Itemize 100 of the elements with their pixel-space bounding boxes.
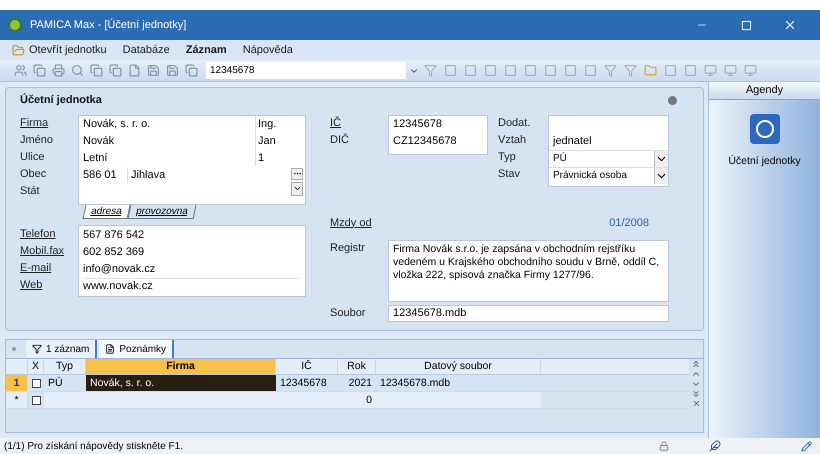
- toolbar-icon[interactable]: [183, 62, 199, 78]
- field-label[interactable]: Telefon: [20, 226, 78, 242]
- agenda-item[interactable]: Účetní jednotky: [728, 114, 801, 170]
- window-title: PAMICA Max - [Účetní jednotky]: [30, 18, 186, 33]
- table-cell-text: 12345678: [279, 376, 328, 391]
- toolbar-icon[interactable]: [482, 62, 499, 78]
- toolbar-icon[interactable]: [12, 62, 28, 78]
- table-cell: [44, 392, 86, 408]
- toolbar-icon[interactable]: [50, 62, 66, 78]
- last-record-icon: [691, 389, 701, 399]
- status-text: (1/1) Pro získání nápovědy stiskněte F1.: [4, 440, 183, 454]
- field-label[interactable]: Firma: [20, 114, 78, 132]
- toolbar-icon[interactable]: [682, 62, 699, 78]
- toolbar-icon[interactable]: [107, 62, 123, 78]
- field-label: Ulice: [20, 150, 46, 164]
- register-field[interactable]: Firma Novák s.r.o. je zapsána v obchodním rejstříku vedeném u Krajského obchodního soudu v Brně, oddíl C, vložka 222, spisová značka Firmy 1277/96.: [388, 240, 669, 302]
- address-tab[interactable]: adresa: [82, 204, 130, 218]
- form-title: Účetní jednotka: [20, 92, 102, 108]
- menu-item[interactable]: Databáze: [122, 42, 170, 58]
- field-label[interactable]: Mobil.fax: [20, 242, 78, 260]
- field-label[interactable]: E-mail: [20, 260, 78, 276]
- field-value[interactable]: info@novak.cz: [83, 260, 156, 278]
- field-label: Obec: [20, 166, 48, 182]
- field-label: Registr: [330, 240, 366, 256]
- field-value[interactable]: 1: [255, 150, 264, 166]
- help-icon[interactable]: [668, 96, 677, 105]
- field-label: DIČ: [330, 132, 350, 148]
- toolbar-icon[interactable]: [31, 62, 47, 78]
- toolbar-icon[interactable]: [442, 62, 459, 78]
- select-field[interactable]: PÚ: [549, 150, 668, 166]
- field-label: Dodat.: [498, 116, 532, 130]
- column-header[interactable]: X: [28, 359, 44, 374]
- toolbar-icon[interactable]: [88, 62, 104, 78]
- select-field[interactable]: Právnická osoba: [549, 166, 668, 184]
- table-cell: Novák, s. r. o.: [86, 375, 276, 391]
- field-value[interactable]: 602 852 369: [83, 244, 144, 260]
- agenda-icon: [750, 114, 780, 144]
- app-icon: [8, 18, 22, 32]
- chevron-icon: [654, 150, 668, 166]
- toolbar-icon[interactable]: [722, 62, 739, 78]
- checkbox[interactable]: [32, 396, 40, 404]
- panel-header: Agendy: [709, 82, 820, 100]
- field-value[interactable]: Ing.: [255, 116, 276, 132]
- address-tab[interactable]: provozovna: [127, 204, 196, 218]
- toolbar-icon[interactable]: [642, 62, 659, 78]
- field-label: Stav: [498, 166, 522, 182]
- grid-tab[interactable]: 1 záznam: [26, 340, 98, 358]
- toolbar-icon[interactable]: [164, 62, 180, 78]
- field-value[interactable]: www.novak.cz: [83, 278, 153, 295]
- toolbar-icon[interactable]: [582, 62, 599, 78]
- column-header[interactable]: Datový soubor: [376, 359, 541, 374]
- file-field[interactable]: 12345678.mdb: [388, 304, 669, 322]
- toolbar-icon[interactable]: [742, 62, 759, 78]
- field-value[interactable]: 586 01: [83, 166, 127, 184]
- toolbar-icon[interactable]: [602, 62, 619, 78]
- field-value[interactable]: 12345678: [393, 116, 442, 132]
- column-header[interactable]: IČ: [276, 359, 338, 374]
- record-field[interactable]: 12345678: [206, 62, 406, 79]
- feather-icon: [709, 440, 721, 452]
- toolbar-icon[interactable]: [462, 62, 479, 78]
- menu-item[interactable]: Nápověda: [242, 42, 293, 58]
- row-marker[interactable]: 1: [6, 375, 28, 391]
- field-value[interactable]: Novák, s. r. o.: [83, 116, 255, 132]
- folder-icon: [12, 44, 25, 56]
- row-marker[interactable]: *: [6, 392, 28, 408]
- close-icon: [783, 18, 797, 32]
- field-value[interactable]: jednatel: [549, 132, 596, 150]
- table-cell-text: 2021: [348, 376, 373, 391]
- field-value[interactable]: Jihlava: [127, 166, 166, 184]
- menu-item[interactable]: Záznam: [186, 42, 227, 58]
- toolbar-icon[interactable]: [542, 62, 559, 78]
- table-cell-text: PÚ: [47, 376, 64, 391]
- toolbar-icon[interactable]: [502, 62, 519, 78]
- field-value[interactable]: Letní: [83, 150, 255, 166]
- column-header[interactable]: Rok: [338, 359, 376, 374]
- menu-item[interactable]: Otevřít jednotku: [12, 42, 107, 58]
- toolbar-icon[interactable]: [145, 62, 161, 78]
- toolbar-icon[interactable]: [622, 62, 639, 78]
- toolbar-icon[interactable]: [69, 62, 85, 78]
- dropdown-button[interactable]: [291, 182, 303, 196]
- more-button[interactable]: [291, 168, 303, 180]
- toolbar-icon[interactable]: [702, 62, 719, 78]
- field-value[interactable]: Jan: [255, 132, 276, 150]
- field-value[interactable]: CZ12345678: [393, 132, 457, 150]
- field-label[interactable]: Mzdy od: [330, 214, 388, 232]
- column-header[interactable]: Firma: [86, 359, 276, 374]
- field-label[interactable]: Web: [20, 276, 78, 294]
- filter-icon: [32, 344, 42, 354]
- toolbar-icon[interactable]: [562, 62, 579, 78]
- checkbox[interactable]: [32, 378, 40, 388]
- maximize-icon: [740, 20, 752, 30]
- grid-tab[interactable]: Poznámky: [99, 340, 174, 358]
- pencil-icon: [801, 440, 812, 452]
- field-value[interactable]: 567 876 542: [83, 226, 144, 244]
- field-label[interactable]: IČ: [330, 114, 388, 132]
- field-label: Vztah: [498, 132, 528, 148]
- toolbar-icon[interactable]: [662, 62, 679, 78]
- toolbar-icon[interactable]: [522, 62, 539, 78]
- pin-icon[interactable]: [12, 347, 16, 351]
- field-value[interactable]: Novák: [83, 132, 255, 150]
